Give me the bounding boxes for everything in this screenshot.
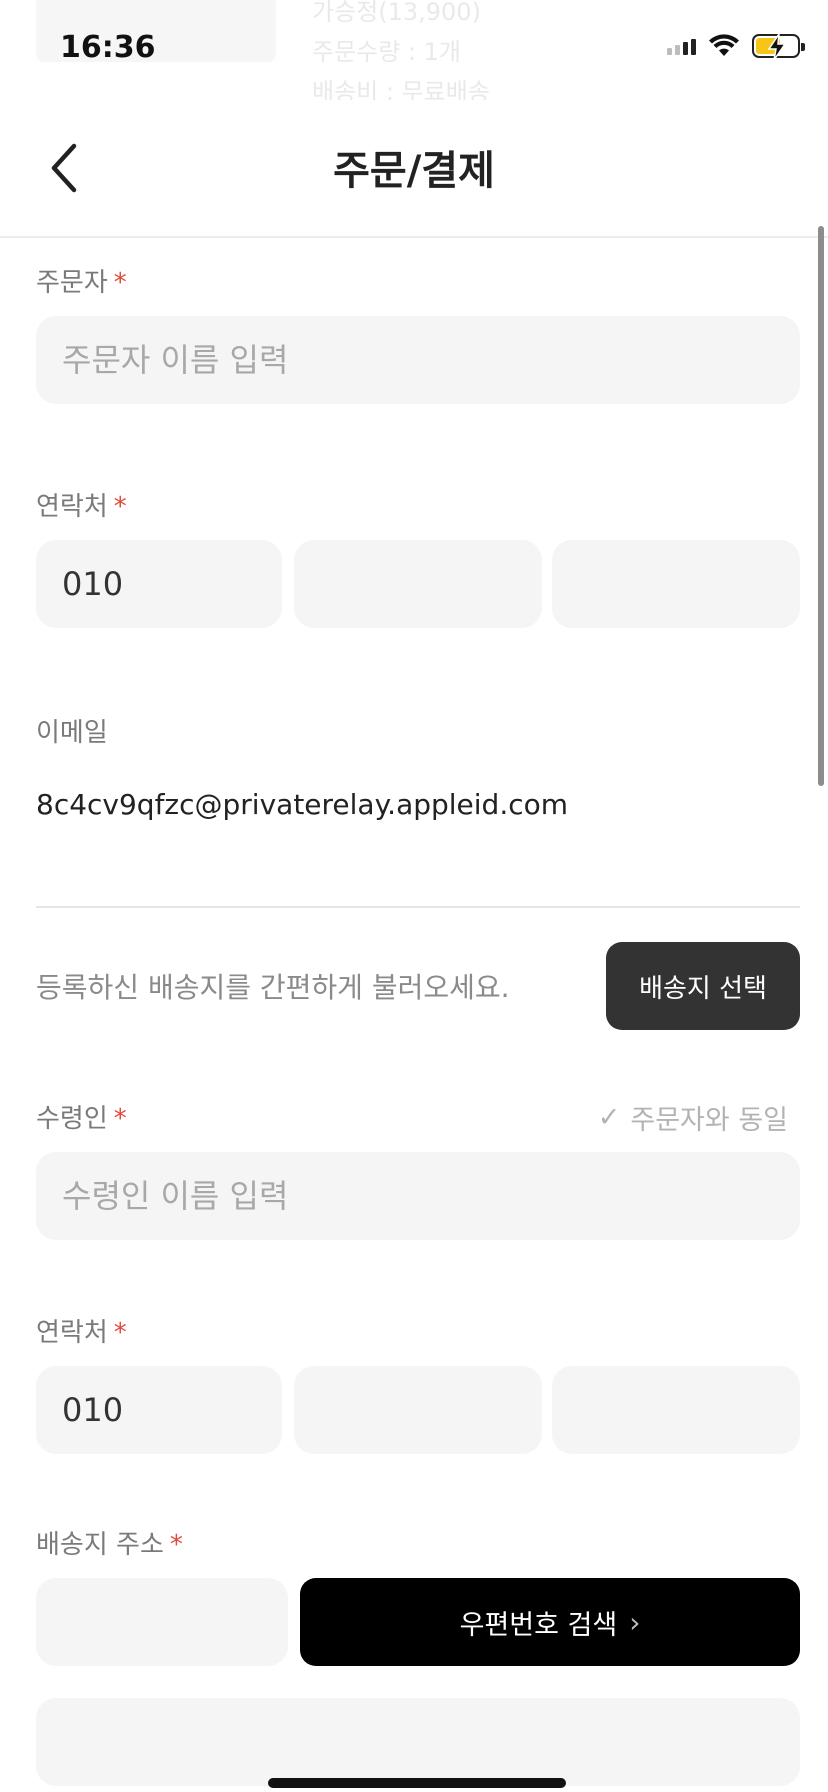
recipient-name-label: 수령인 * [36,1098,127,1135]
orderer-name-label-text: 주문자 [36,268,108,298]
required-mark: * [113,1104,127,1134]
recipient-phone-label: 연락처 * [36,1312,127,1349]
recipient-phone-middle-input[interactable] [294,1366,542,1454]
orderer-email-label: 이메일 [36,718,108,748]
orderer-phone-label: 연락처 * [36,486,127,523]
battery-charging-icon [752,33,805,61]
required-mark: * [169,1530,183,1560]
status-time: 16:36 [60,30,156,65]
address-line-input[interactable] [36,1698,800,1786]
recipient-name-label-text: 수령인 [36,1104,108,1134]
postcode-search-label: 우편번호 검색 [459,1609,618,1641]
check-icon: ✓ [597,1102,621,1133]
same-as-orderer-label: 주문자와 동일 [630,1105,788,1136]
postcode-input[interactable] [36,1578,288,1666]
select-address-button[interactable]: 배송지 선택 [606,942,800,1030]
saved-address-hint: 등록하신 배송지를 간편하게 불러오세요. [36,971,510,1004]
status-icons [667,33,805,61]
navigation-header: 주문/결제 [0,100,828,238]
orderer-name-input[interactable] [36,316,800,404]
orderer-phone-label-text: 연락처 [36,492,108,522]
page-title: 주문/결제 [333,148,495,194]
order-checkout-screen: 가승정(13,900) 주문수량 : 1개 배송비 : 무료배송 16:36 주… [0,0,828,1792]
address-label: 배송지 주소 * [36,1524,183,1561]
recipient-phone-label-text: 연락처 [36,1318,108,1348]
home-indicator [268,1778,566,1788]
orderer-name-label: 주문자 * [36,262,127,299]
orderer-email-value: 8c4cv9qfzc@privaterelay.appleid.com [36,788,569,821]
postcode-search-button[interactable]: 우편번호 검색 › [300,1578,800,1666]
cellular-signal-icon [667,37,696,55]
orderer-phone-middle-input[interactable] [294,540,542,628]
required-mark: * [113,492,127,522]
status-bar: 16:36 [0,0,828,100]
orderer-phone-prefix-input[interactable] [36,540,282,628]
required-mark: * [113,1318,127,1348]
same-as-orderer-toggle[interactable]: ✓ 주문자와 동일 [598,1098,788,1137]
required-mark: * [113,268,127,298]
recipient-phone-prefix-input[interactable] [36,1366,282,1454]
scroll-indicator[interactable] [818,226,824,786]
orderer-phone-last-input[interactable] [552,540,800,628]
recipient-phone-last-input[interactable] [552,1366,800,1454]
chevron-right-icon: › [629,1605,641,1639]
address-label-text: 배송지 주소 [36,1530,164,1560]
wifi-icon [709,34,739,56]
recipient-name-input[interactable] [36,1152,800,1240]
section-divider [36,906,800,908]
